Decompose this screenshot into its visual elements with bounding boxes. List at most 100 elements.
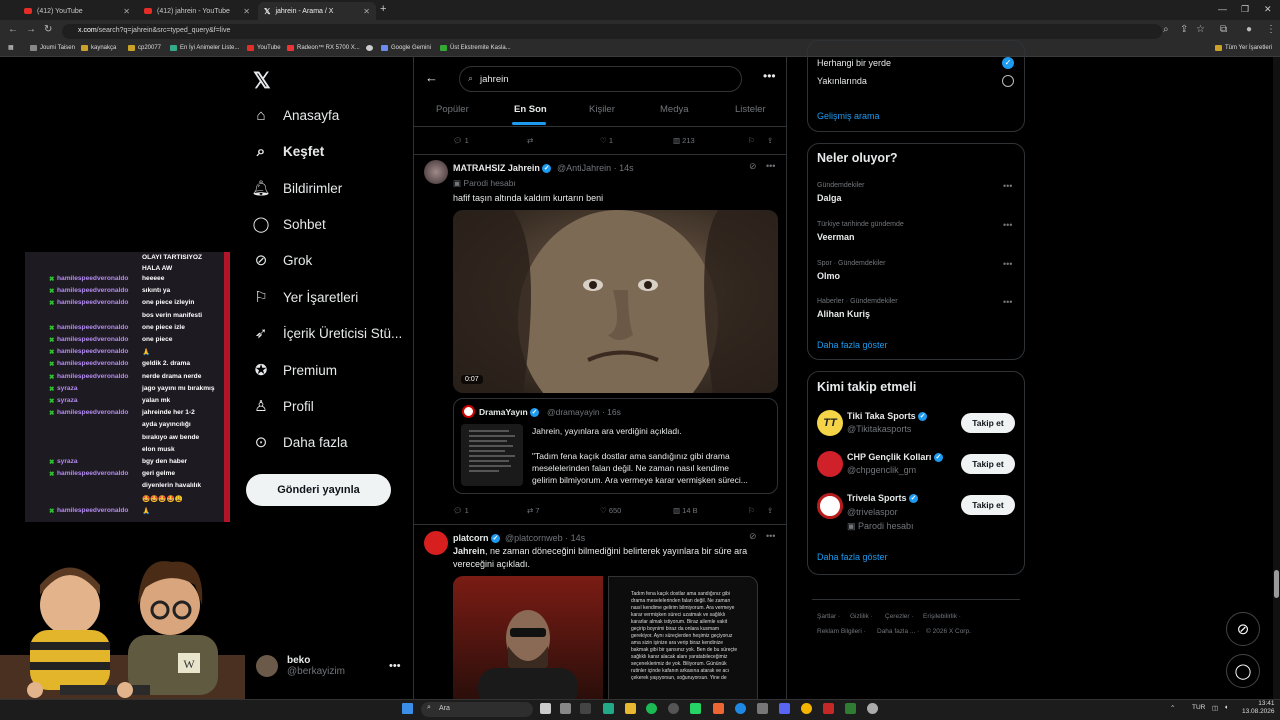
app-icon[interactable] (560, 703, 571, 714)
advanced-search-link[interactable]: Gelişmiş arama (817, 111, 880, 121)
bookmark-item[interactable]: kaynakça (81, 45, 116, 51)
close-window-button[interactable]: ✕ (1264, 4, 1272, 15)
sidebar-item-more[interactable]: ⊙ Daha fazla (253, 434, 348, 451)
tweet-author-name[interactable]: MATRAHSIZ Jahrein ✓ (453, 163, 552, 174)
trend-more-icon[interactable]: ••• (1003, 259, 1012, 269)
sidebar-item-explore[interactable]: ⌕ Keşfet (253, 143, 324, 160)
close-tab-icon[interactable]: ✕ (123, 7, 130, 16)
show-more-link[interactable]: Daha fazla göster (817, 552, 888, 562)
reload-icon[interactable]: ↻ (44, 24, 52, 35)
footer-link[interactable]: Gizlilik · (850, 613, 873, 620)
windows-start-icon[interactable] (402, 703, 413, 714)
scrollbar[interactable] (1273, 57, 1280, 699)
back-arrow-icon[interactable]: ← (425, 70, 438, 85)
browser-tab-jahrein-youtube[interactable]: (412) jahrein - YouTube ✕ (138, 2, 256, 20)
avatar[interactable]: TT (817, 410, 843, 436)
edge-icon[interactable] (735, 703, 746, 714)
tab-media[interactable]: Medya (660, 104, 689, 115)
x-logo-icon[interactable]: 𝕏 (253, 68, 271, 94)
search-options-icon[interactable]: ••• (763, 69, 776, 83)
sidebar-item-bookmarks[interactable]: ⚐ Yer İşaretleri (253, 289, 358, 306)
footer-link[interactable]: Erişilebilirlik · (923, 613, 961, 620)
follow-suggestion-name[interactable]: CHP Gençlik Kolları ✓ (847, 452, 943, 463)
like-button[interactable]: ♡ 650 (600, 506, 621, 515)
bookmark-item[interactable]: YouTube (247, 45, 281, 51)
browser-tab-x-search[interactable]: 𝕏jahrein - Arama / X ✕ (258, 2, 376, 20)
like-button[interactable]: ♡ 1 (600, 136, 613, 145)
close-tab-icon[interactable]: ✕ (243, 7, 250, 16)
tab-lists[interactable]: Listeler (735, 104, 766, 115)
app-icon[interactable] (757, 703, 768, 714)
bookmark-icon[interactable]: ⚐ (748, 506, 755, 515)
sidebar-item-chat[interactable]: ◯ Sohbet (253, 216, 326, 233)
file-explorer-icon[interactable] (625, 703, 636, 714)
follow-button[interactable]: Takip et (961, 454, 1015, 474)
trend-more-icon[interactable]: ••• (1003, 181, 1012, 191)
grok-icon[interactable]: ⊘ (749, 161, 757, 172)
avatar[interactable] (424, 531, 448, 555)
radio-anywhere[interactable]: ✓ (1002, 57, 1014, 69)
star-icon[interactable]: ☆ (1196, 24, 1205, 35)
tweet-image[interactable] (453, 576, 603, 700)
footer-link[interactable]: Şartlar · (817, 613, 840, 620)
share-icon[interactable]: ⇪ (1180, 24, 1188, 35)
bookmark-item[interactable]: Radeon™ RX 5700 X... (287, 45, 360, 51)
minimize-button[interactable]: — (1218, 4, 1227, 14)
sidebar-item-premium[interactable]: ✪ Premium (253, 362, 337, 379)
bookmark-item[interactable]: Üst Ekstremite Kasla... (440, 45, 511, 51)
task-view-icon[interactable] (540, 703, 551, 714)
back-icon[interactable]: ← (8, 24, 18, 35)
avatar[interactable] (817, 451, 843, 477)
avatar[interactable] (424, 160, 448, 184)
app-icon[interactable] (668, 703, 679, 714)
grok-icon[interactable]: ⊘ (749, 531, 757, 542)
tweet-more-icon[interactable]: ••• (766, 531, 775, 541)
all-bookmarks[interactable]: Tüm Yer İşaretleri (1215, 45, 1272, 51)
taskbar-search[interactable]: ⌕ Ara (421, 702, 533, 717)
chrome-icon[interactable] (801, 703, 812, 714)
tweet-video[interactable] (453, 210, 778, 393)
trend-more-icon[interactable]: ••• (1003, 220, 1012, 230)
share-icon[interactable]: ⇪ (767, 136, 773, 145)
trend-more-icon[interactable]: ••• (1003, 297, 1012, 307)
browser-tab-youtube[interactable]: (412) YouTube ✕ (18, 2, 136, 20)
spotify-icon[interactable] (646, 703, 657, 714)
follow-suggestion-name[interactable]: Trivela Sports ✓ (847, 493, 919, 504)
bookmark-item[interactable]: Google Gemini (381, 45, 431, 51)
url-bar[interactable]: x.com/search?q=jahrein&src=typed_query&f… (62, 24, 1162, 39)
tweet-author-name[interactable]: platcorn ✓ (453, 533, 501, 544)
messages-fab-icon[interactable]: ◯ (1226, 654, 1260, 688)
footer-link[interactable]: Çerezler · (885, 613, 914, 620)
avatar[interactable] (817, 493, 843, 519)
network-icon[interactable]: ◫ (1212, 704, 1218, 712)
close-tab-icon[interactable]: ✕ (363, 7, 370, 16)
tweet-author-handle[interactable]: @AntiJahrein · 14s (557, 163, 634, 173)
bookmark-icon[interactable]: ⚐ (748, 136, 755, 145)
repost-button[interactable]: ⇄ (527, 136, 533, 145)
grok-fab-icon[interactable]: ⊘ (1226, 612, 1260, 646)
account-switcher[interactable]: beko @berkayizim (256, 655, 345, 677)
follow-button[interactable]: Takip et (961, 413, 1015, 433)
tab-latest[interactable]: En Son (514, 104, 547, 115)
trend-item[interactable]: Veerman (817, 232, 855, 242)
views-button[interactable]: ▥ 213 (673, 136, 695, 145)
bookmark-item[interactable]: cp20077 (128, 45, 161, 51)
extensions-icon[interactable]: ⧉ (1220, 24, 1227, 35)
tab-popular[interactable]: Popüler (436, 104, 469, 115)
footer-link[interactable]: Daha fazla ... · (877, 628, 919, 635)
discord-icon[interactable] (779, 703, 790, 714)
sidebar-item-home[interactable]: ⌂ Anasayfa (253, 107, 339, 124)
profile-icon[interactable]: ● (1246, 24, 1252, 35)
radio-near-you[interactable] (1002, 75, 1014, 87)
apps-icon[interactable]: ▦ (8, 44, 14, 51)
search-input[interactable]: ⌕ jahrein (459, 66, 742, 92)
trend-item[interactable]: Olmo (817, 271, 840, 281)
scrollbar-thumb[interactable] (1274, 570, 1279, 598)
zoom-icon[interactable]: ⌕ (1163, 24, 1169, 35)
new-tab-button[interactable]: + (380, 3, 386, 15)
account-more-icon[interactable]: ••• (389, 660, 401, 672)
repost-button[interactable]: ⇄ 7 (527, 506, 540, 515)
bookmark-item[interactable]: Joumi Taisen (30, 45, 75, 51)
app-icon[interactable] (603, 703, 614, 714)
language-indicator[interactable]: TUR (1192, 704, 1205, 711)
